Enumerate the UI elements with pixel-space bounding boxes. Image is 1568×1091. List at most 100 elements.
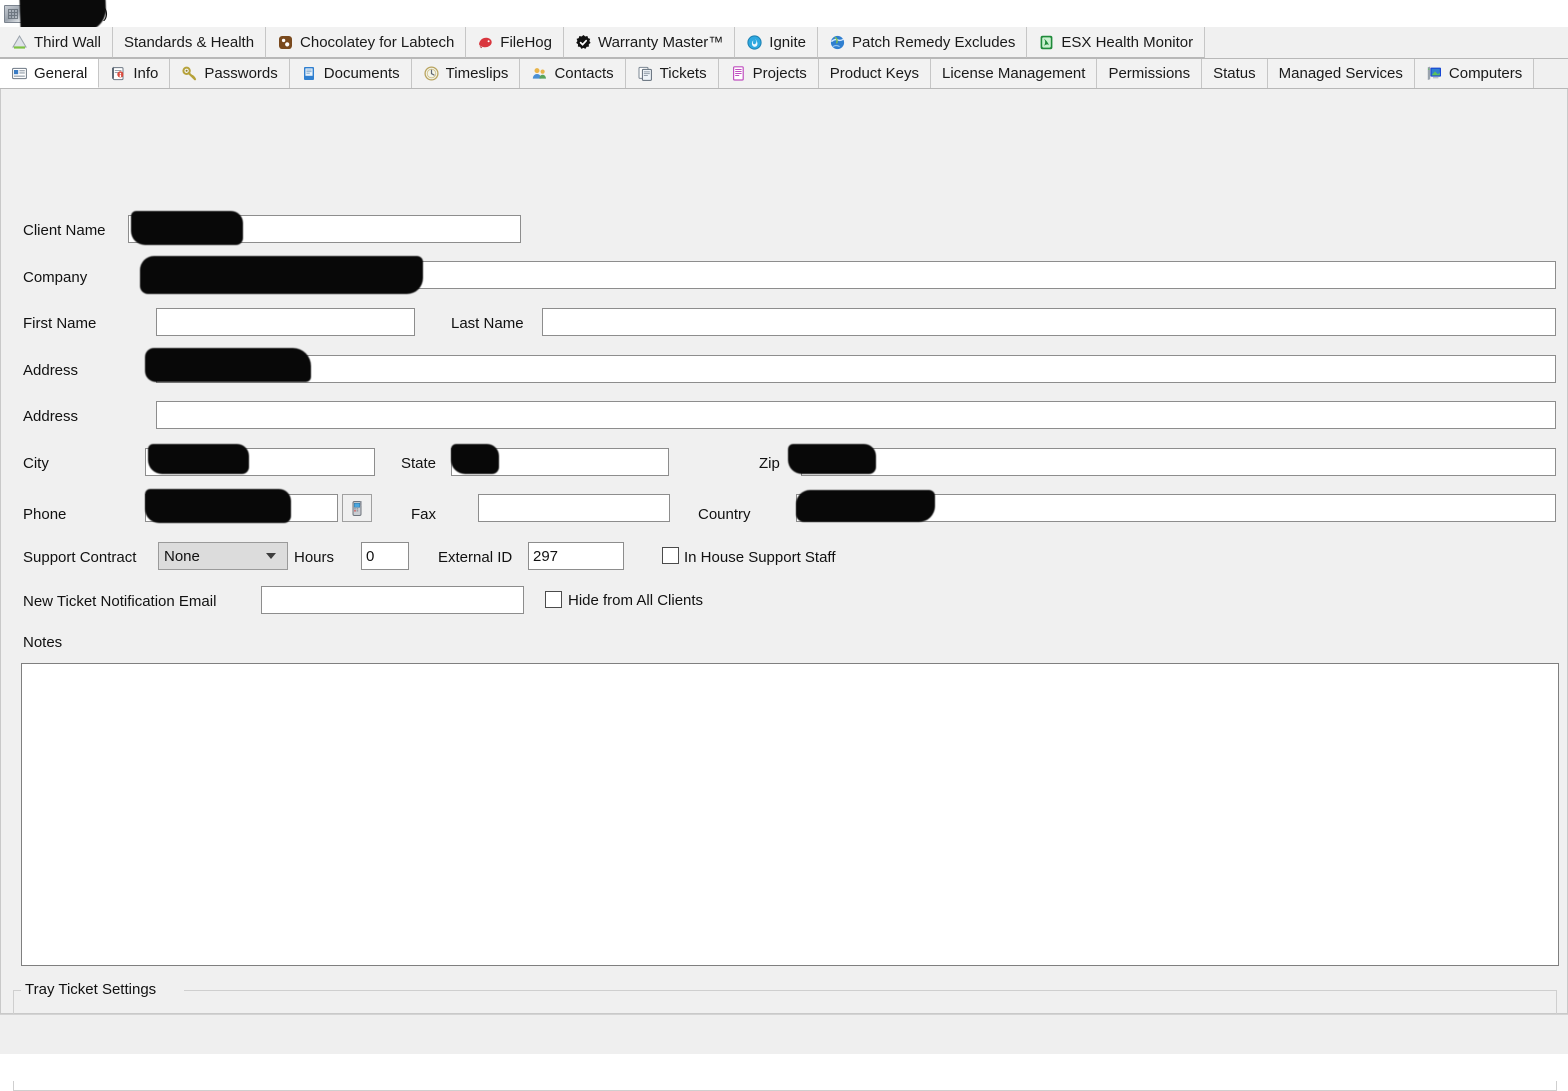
tab-label: Product Keys xyxy=(830,66,919,81)
company-input[interactable] xyxy=(156,261,1556,289)
client-name-label: Client Name xyxy=(23,223,106,238)
support-contract-label: Support Contract xyxy=(23,550,136,565)
tab-label: Patch Remedy Excludes xyxy=(852,35,1015,50)
tickets-icon xyxy=(637,65,654,82)
first-name-input[interactable] xyxy=(156,308,415,336)
tab-label: Permissions xyxy=(1108,66,1190,81)
country-label: Country xyxy=(698,507,751,522)
tab-label: Ignite xyxy=(769,35,806,50)
tab-chocolatey-for-labtech[interactable]: Chocolatey for Labtech xyxy=(266,27,466,58)
notes-textarea[interactable] xyxy=(21,663,1559,966)
city-input[interactable] xyxy=(145,448,375,476)
tab-label: Managed Services xyxy=(1279,66,1403,81)
tab-ignite[interactable]: Ignite xyxy=(735,27,818,58)
tab-label: Warranty Master™ xyxy=(598,35,723,50)
clock-icon xyxy=(423,65,440,82)
tab-label: Contacts xyxy=(554,66,613,81)
general-icon xyxy=(11,65,28,82)
tab-standards-health[interactable]: Standards & Health xyxy=(113,27,266,58)
chocolatey-icon xyxy=(277,34,294,51)
key-icon xyxy=(181,65,198,82)
patch-remedy-icon xyxy=(829,34,846,51)
projects-icon xyxy=(730,65,747,82)
tab-label: Status xyxy=(1213,66,1256,81)
country-input[interactable] xyxy=(796,494,1556,522)
last-name-label: Last Name xyxy=(451,316,524,331)
tab-permissions[interactable]: Permissions xyxy=(1097,59,1202,88)
main-tabstrip[interactable]: General Info Passwords Documents Timeslips Co… xyxy=(0,59,1568,89)
tab-esx-health-monitor[interactable]: ESX Health Monitor xyxy=(1027,27,1205,58)
plugin-tabstrip[interactable]: Third Wall Standards & Health Chocolatey f… xyxy=(0,27,1568,59)
tab-label: Info xyxy=(133,66,158,81)
notes-label: Notes xyxy=(23,635,62,650)
tab-managed-services[interactable]: Managed Services xyxy=(1268,59,1415,88)
external-id-label: External ID xyxy=(438,550,512,565)
fax-input[interactable] xyxy=(478,494,670,522)
tab-label: Third Wall xyxy=(34,35,101,50)
hide-from-all-clients-checkbox[interactable] xyxy=(545,591,562,608)
tab-status[interactable]: Status xyxy=(1202,59,1268,88)
tab-documents[interactable]: Documents xyxy=(290,59,412,88)
support-contract-select[interactable]: None xyxy=(158,542,288,570)
ignite-icon xyxy=(746,34,763,51)
tab-projects[interactable]: Projects xyxy=(719,59,819,88)
redaction-mark-client-title xyxy=(19,0,106,27)
tab-third-wall[interactable]: Third Wall xyxy=(0,27,113,58)
state-input[interactable] xyxy=(451,448,669,476)
tab-timeslips[interactable]: Timeslips xyxy=(412,59,521,88)
state-label: State xyxy=(401,456,436,471)
tab-contacts[interactable]: Contacts xyxy=(520,59,625,88)
tab-label: General xyxy=(34,66,87,81)
third-wall-icon xyxy=(11,34,28,51)
hours-input[interactable] xyxy=(361,542,409,570)
tab-label: Projects xyxy=(753,66,807,81)
tab-label: Passwords xyxy=(204,66,277,81)
general-tab-panel: Client Name Company First Name Last Name… xyxy=(0,89,1568,1014)
warranty-master-icon xyxy=(575,34,592,51)
phone-label: Phone xyxy=(23,507,66,522)
city-label: City xyxy=(23,456,49,471)
phone-dial-button[interactable] xyxy=(342,494,372,522)
tab-info[interactable]: Info xyxy=(99,59,170,88)
window-titlebar: (ClientID: 7) xyxy=(0,0,1568,27)
tab-warranty-master[interactable]: Warranty Master™ xyxy=(564,27,735,58)
tab-product-keys[interactable]: Product Keys xyxy=(819,59,931,88)
tab-label: ESX Health Monitor xyxy=(1061,35,1193,50)
filehog-icon xyxy=(477,34,494,51)
tab-label: License Management xyxy=(942,66,1085,81)
tab-label: Tickets xyxy=(660,66,707,81)
documents-icon xyxy=(301,65,318,82)
tab-license-management[interactable]: License Management xyxy=(931,59,1097,88)
tab-computers[interactable]: Computers xyxy=(1415,59,1534,88)
tab-passwords[interactable]: Passwords xyxy=(170,59,289,88)
hours-label: Hours xyxy=(294,550,334,565)
tab-label: Computers xyxy=(1449,66,1522,81)
address2-label: Address xyxy=(23,409,78,424)
tab-tickets[interactable]: Tickets xyxy=(626,59,719,88)
address1-input[interactable] xyxy=(156,355,1556,383)
fax-label: Fax xyxy=(411,507,436,522)
contacts-icon xyxy=(531,65,548,82)
zip-label: Zip xyxy=(759,456,780,471)
new-ticket-email-label: New Ticket Notification Email xyxy=(23,594,216,609)
phone-input[interactable] xyxy=(145,494,338,522)
zip-input[interactable] xyxy=(801,448,1556,476)
hide-from-all-clients-label: Hide from All Clients xyxy=(568,593,703,608)
first-name-label: First Name xyxy=(23,316,96,331)
esx-health-icon xyxy=(1038,34,1055,51)
last-name-input[interactable] xyxy=(542,308,1556,336)
mobile-phone-icon xyxy=(349,500,366,517)
tab-patch-remedy-excludes[interactable]: Patch Remedy Excludes xyxy=(818,27,1027,58)
tab-filehog[interactable]: FileHog xyxy=(466,27,564,58)
in-house-support-staff-checkbox[interactable] xyxy=(662,547,679,564)
tab-general[interactable]: General xyxy=(0,59,99,88)
computer-icon xyxy=(1426,65,1443,82)
tab-label: Timeslips xyxy=(446,66,509,81)
new-ticket-email-input[interactable] xyxy=(261,586,524,614)
tray-ticket-settings-legend: Tray Ticket Settings xyxy=(21,981,160,998)
client-name-input[interactable] xyxy=(128,215,521,243)
address2-input[interactable] xyxy=(156,401,1556,429)
info-icon xyxy=(110,65,127,82)
tab-label: Chocolatey for Labtech xyxy=(300,35,454,50)
external-id-input[interactable] xyxy=(528,542,624,570)
